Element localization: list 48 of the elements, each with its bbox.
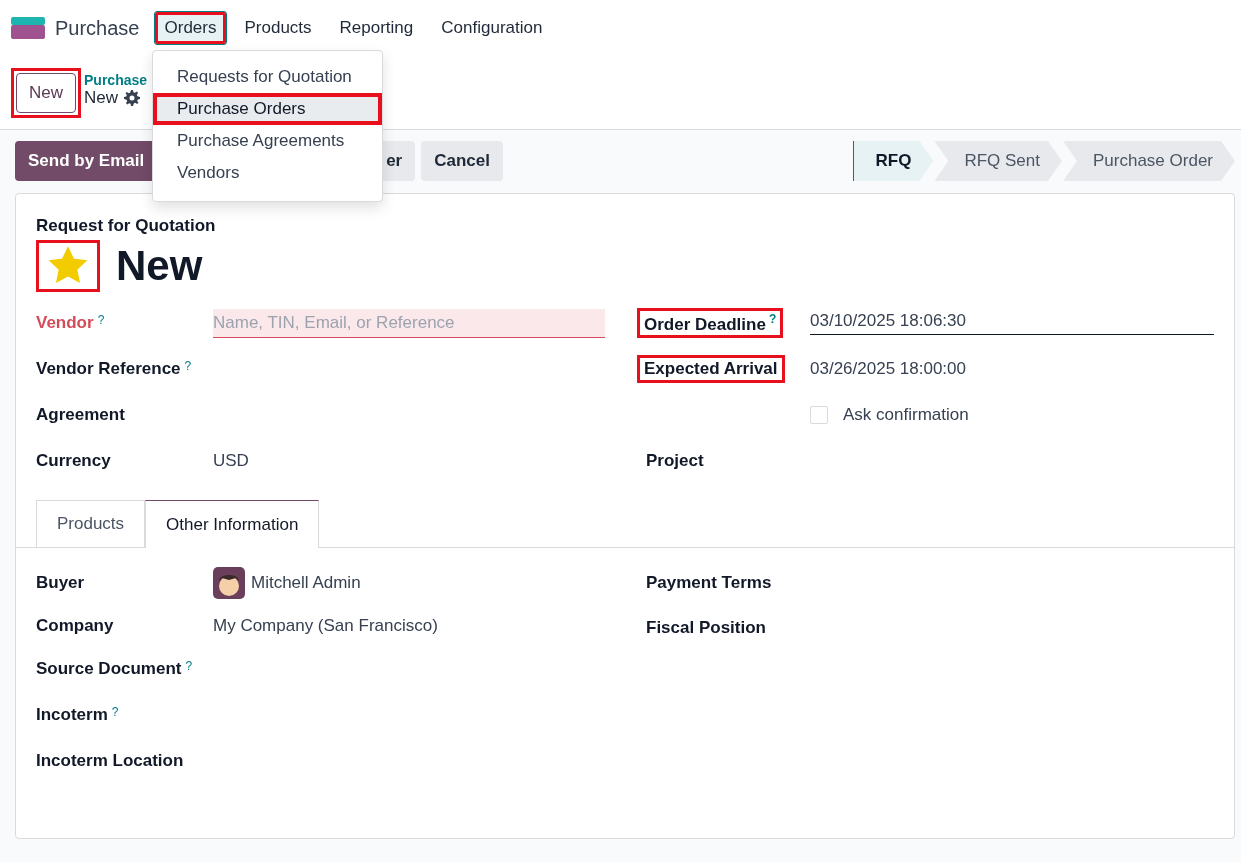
field-label: Vendor Reference <box>36 359 181 379</box>
user-name[interactable]: Mitchell Admin <box>251 573 361 593</box>
field-label: Incoterm Location <box>36 751 184 771</box>
help-tooltip[interactable]: ? <box>111 705 119 719</box>
help-tooltip[interactable]: ? <box>185 659 193 673</box>
menu-item[interactable]: Orders <box>153 11 228 45</box>
breadcrumb-link[interactable]: Purchase <box>84 72 148 88</box>
notebook-tab[interactable]: Other Information <box>145 500 320 548</box>
field-label: Fiscal Position <box>646 617 766 638</box>
action-button[interactable]: Cancel <box>421 141 503 181</box>
field-value: 03/26/2025 18:00:00 <box>810 359 966 379</box>
field-label: Vendor <box>36 313 94 333</box>
help-tooltip[interactable]: ? <box>97 313 105 327</box>
record-title: New <box>116 242 203 290</box>
menu-item[interactable]: Configuration <box>430 11 554 45</box>
vendor-input[interactable]: Name, TIN, Email, or Reference <box>213 308 605 338</box>
status-stage[interactable]: RFQ <box>852 141 934 181</box>
field-label: Incoterm <box>36 705 108 725</box>
app-name[interactable]: Purchase <box>55 16 140 40</box>
notebook-tab[interactable]: Products <box>36 500 146 547</box>
record-type: Request for Quotation <box>36 216 217 236</box>
field-label: Company <box>36 616 114 636</box>
field-label: Source Document <box>36 659 182 679</box>
field-value: USD <box>213 451 249 471</box>
date-field[interactable]: 03/10/2025 18:06:30 <box>810 311 1214 335</box>
menu-item[interactable]: Products <box>233 11 323 45</box>
field-label: Currency <box>36 451 111 471</box>
settings-icon[interactable] <box>124 90 141 106</box>
field-label: Expected Arrival <box>637 355 785 383</box>
field-label: Agreement <box>36 405 125 425</box>
menu-item[interactable]: Reporting <box>328 11 425 45</box>
dropdown-item[interactable]: Purchase Orders <box>153 93 382 125</box>
field-value[interactable]: My Company (San Francisco) <box>213 616 438 636</box>
new-button[interactable]: New <box>16 73 76 113</box>
field-label: Payment Terms <box>646 572 772 593</box>
field-label: Project <box>646 451 704 471</box>
status-stage[interactable]: Purchase Order <box>1063 141 1235 181</box>
help-tooltip[interactable]: ? <box>184 359 192 373</box>
status-stage[interactable]: RFQ Sent <box>934 141 1062 181</box>
breadcrumb-current: New <box>84 88 119 108</box>
avatar-icon <box>213 567 245 599</box>
field-label: Buyer <box>36 573 85 593</box>
app-logo-icon[interactable] <box>11 17 45 39</box>
dropdown-item[interactable]: Requests for Quotation <box>153 61 382 93</box>
checkbox-label[interactable]: Ask confirmation <box>843 405 969 425</box>
field-label: Order Deadline $^{?}$ <box>637 307 784 339</box>
star-icon[interactable] <box>48 246 88 286</box>
checkbox[interactable] <box>810 406 828 424</box>
